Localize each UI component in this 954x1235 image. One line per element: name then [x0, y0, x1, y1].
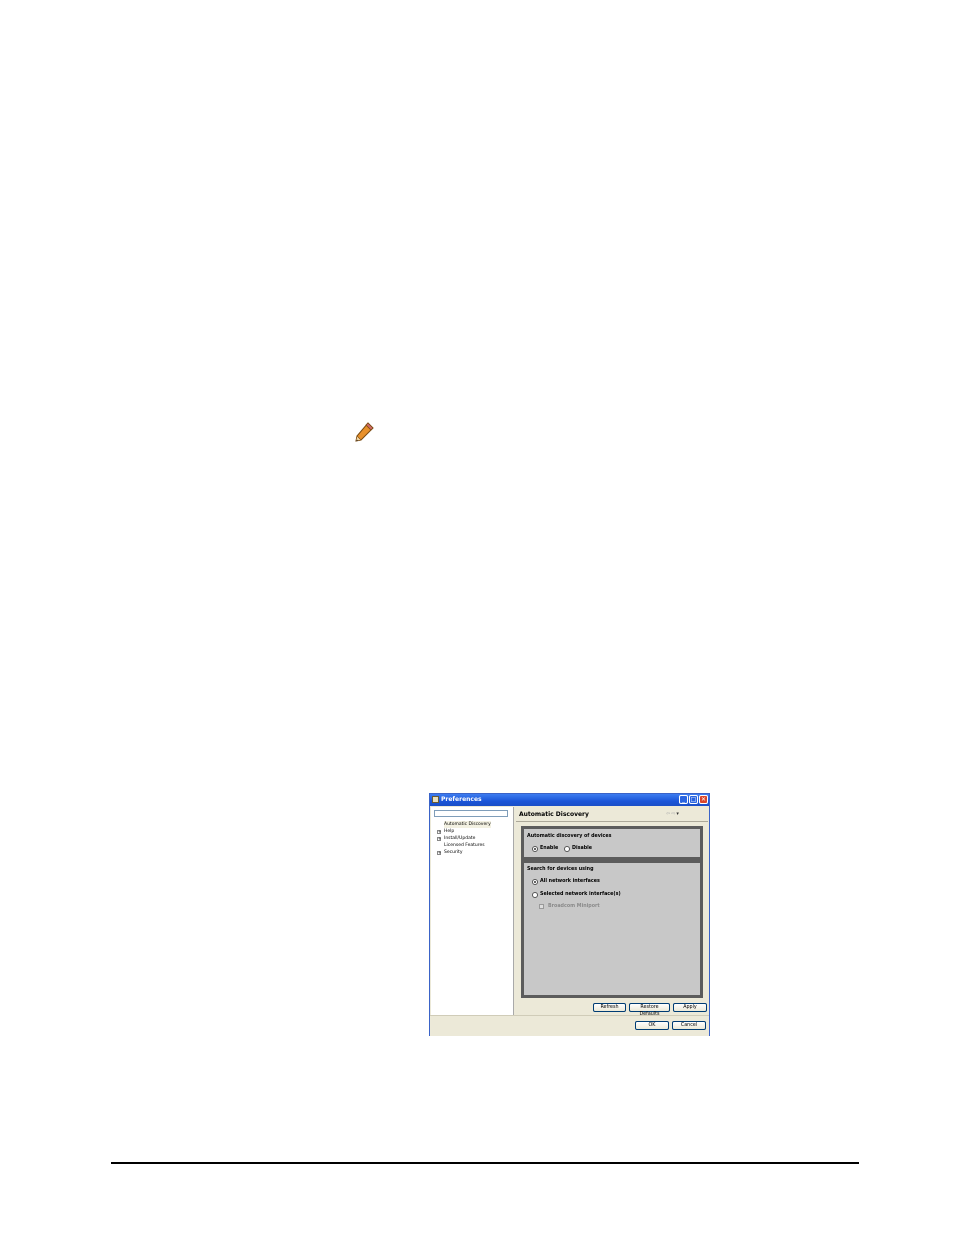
discovery-group-title: Automatic discovery of devices	[527, 834, 612, 839]
separator	[516, 821, 708, 822]
apply-button[interactable]: Apply	[673, 1003, 707, 1012]
cancel-button[interactable]: Cancel	[672, 1021, 706, 1030]
maximize-button[interactable]: □	[689, 795, 698, 804]
preference-tree-pane: Automatic Discovery + Help + Install/Update L…	[431, 807, 514, 1015]
expand-icon[interactable]: +	[437, 836, 441, 841]
broadcom-checkbox[interactable]	[539, 904, 544, 909]
dialog-button-bar: OK Cancel	[430, 1015, 709, 1036]
ok-button[interactable]: OK	[635, 1021, 669, 1030]
refresh-button[interactable]: Refresh	[593, 1003, 626, 1012]
expand-icon[interactable]: +	[437, 829, 441, 834]
expand-icon[interactable]: +	[437, 850, 441, 855]
tree-item-label: Security	[444, 850, 463, 855]
selected-interfaces-radio[interactable]	[532, 892, 538, 898]
close-button[interactable]: ✕	[699, 795, 708, 804]
footer-rule	[111, 1162, 859, 1164]
chevron-down-icon[interactable]: ▾	[676, 811, 680, 817]
enable-radio[interactable]	[532, 846, 538, 852]
broadcom-label: Broadcom Miniport	[548, 904, 600, 909]
all-interfaces-label: All network interfaces	[540, 879, 600, 884]
app-icon	[432, 796, 439, 803]
tree-item-label: Automatic Discovery	[444, 821, 491, 828]
disable-radio[interactable]	[564, 846, 570, 852]
tree-item-label: Help	[444, 829, 455, 834]
filter-input[interactable]	[434, 810, 508, 817]
discovery-group: Automatic discovery of devices Enable Di…	[521, 826, 703, 860]
minimize-button[interactable]: _	[679, 795, 688, 804]
restore-defaults-button[interactable]: Restore Defaults	[629, 1003, 670, 1017]
search-group: Search for devices using All network int…	[521, 860, 703, 998]
tree-item-label: Licensed Features	[444, 843, 485, 848]
pencil-icon	[355, 422, 374, 442]
enable-label: Enable	[540, 846, 559, 851]
page-title: Automatic Discovery	[519, 811, 589, 818]
title-bar[interactable]: Preferences _ □ ✕	[430, 794, 709, 806]
tree-item-label: Install/Update	[444, 836, 476, 841]
search-group-title: Search for devices using	[527, 867, 594, 872]
disable-label: Disable	[572, 846, 593, 851]
preferences-window: Preferences _ □ ✕ Automatic Discovery + He…	[429, 793, 710, 1036]
all-interfaces-radio[interactable]	[532, 879, 538, 885]
page-navigation: ⇦⇨▾	[666, 810, 680, 818]
selected-interfaces-label: Selected network interface(s)	[540, 892, 621, 897]
window-title: Preferences	[441, 796, 482, 803]
